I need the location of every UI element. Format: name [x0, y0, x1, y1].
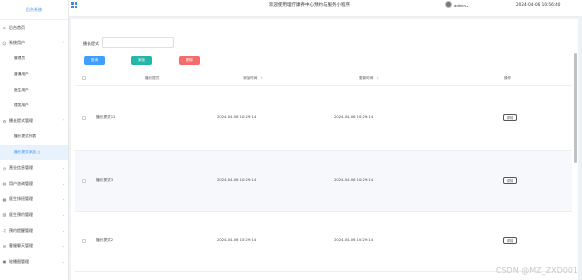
sidebar-item-doctor-user[interactable]: 医生用户 [0, 82, 68, 98]
sidebar: 后台系统 ⌂ 后台首页 ☺ 系统用户 ⌃ 管理员 普通用户 医生用户 理发用户 … [0, 0, 69, 280]
sidebar-item-barber-user[interactable]: 理发用户 [0, 98, 68, 114]
chevron-down-icon: ⌄ [62, 166, 65, 171]
app-logo: 后台系统 [0, 0, 68, 20]
column-header-updated[interactable]: 更新时间 ⇕ [359, 76, 379, 81]
sidebar-item-tips-list[interactable]: 播长提式列表 [0, 129, 68, 145]
hand-cursor-icon: ☝ [37, 149, 41, 156]
table-row: 播长提式3 2024-04-06 10:29:14 2024-04-06 10:… [75, 151, 572, 212]
bell-icon: ♫ [2, 228, 7, 234]
chat-icon: ▤ [2, 181, 7, 187]
cell-name: 播长提式2 [96, 238, 114, 242]
cell-updated: 2024-04-06 10:29:14 [334, 178, 374, 182]
calendar-icon: ▦ [2, 196, 7, 202]
cell-name: 播长提式3 [96, 178, 114, 182]
select-all-checkbox[interactable] [82, 76, 86, 80]
gear-icon: ⚙ [2, 118, 7, 124]
sidebar-menu: ⌂ 后台首页 ☺ 系统用户 ⌃ 管理员 普通用户 医生用户 理发用户 ⚙ 播长提… [0, 20, 68, 270]
column-header-action: 操作 [504, 76, 512, 80]
content-card: 播长提式 查询 添加 删除 播长提式 添加时间 ⇕ 更新时间 ⇕ 操作 播长提式12… [71, 19, 578, 280]
main-content: 播长提式 查询 添加 删除 播长提式 添加时间 ⇕ 更新时间 ⇕ 操作 播长提式12… [69, 17, 582, 280]
watermark: CSDN @MZ_ZXD001 [495, 266, 578, 275]
delete-button[interactable]: 删除 [179, 56, 200, 65]
user-icon: ☺ [2, 40, 7, 46]
table-row: 播长提式12 2024-04-06 10:29:14 2024-04-06 10… [75, 86, 572, 151]
sidebar-item-doctor-schedule[interactable]: ▦ 医生排班管理 ⌄ [0, 192, 68, 208]
chevron-down-icon: ⌄ [62, 244, 65, 249]
sidebar-item-tips-manage[interactable]: ⚙ 播长提式管理 ⌃ [0, 114, 68, 130]
cell-name: 播长提式12 [96, 115, 116, 119]
chat-icon: ✉ [2, 243, 7, 249]
chevron-down-icon: ⌄ [62, 197, 65, 202]
chevron-down-icon: ⌄ [62, 181, 65, 186]
user-menu[interactable]: admin⌄ [454, 3, 469, 8]
detail-button[interactable]: 详情 [503, 177, 517, 184]
add-button[interactable]: 添加 [131, 56, 152, 65]
vertical-scrollbar[interactable] [574, 53, 577, 163]
detail-button[interactable]: 详情 [503, 114, 517, 121]
sort-icon: ⇕ [260, 76, 264, 80]
top-bar: 欢迎使用理疗康养中心预约与服务小程序 admin⌄ 2024-04-06 10:… [69, 0, 582, 17]
table-row: 播长提式2 2024-04-06 10:29:14 2024-04-06 10:… [75, 212, 572, 272]
clock-icon: ◷ [2, 165, 7, 171]
column-header-created[interactable]: 添加时间 ⇕ [243, 76, 263, 81]
sidebar-item-tips-add[interactable]: 播长提式添加 ☝ [0, 144, 68, 161]
cell-created: 2024-04-06 10:29:14 [217, 178, 257, 182]
sidebar-item-normal-user[interactable]: 普通用户 [0, 67, 68, 83]
detail-button[interactable]: 详情 [503, 237, 517, 244]
table-header: 播长提式 添加时间 ⇕ 更新时间 ⇕ 操作 [75, 71, 572, 86]
row-checkbox[interactable] [82, 116, 86, 120]
sidebar-item-doctor-booking[interactable]: ▥ 医生预约管理 ⌄ [0, 207, 68, 223]
sidebar-item-business-info[interactable]: ◷ 营业信息管理 ⌄ [0, 160, 68, 176]
current-datetime: 2024-04-06 10:56:40 [516, 2, 561, 7]
chevron-up-icon: ⌃ [62, 119, 65, 124]
chevron-down-icon: ⌄ [62, 212, 65, 217]
sidebar-item-system-users[interactable]: ☺ 系统用户 ⌃ [0, 36, 68, 52]
sort-icon: ⇕ [376, 76, 380, 80]
image-icon: ▣ [2, 259, 7, 265]
menu-grid-icon[interactable] [71, 2, 77, 8]
row-checkbox[interactable] [82, 239, 86, 243]
chevron-down-icon: ⌄ [465, 3, 470, 8]
chevron-down-icon: ⌄ [62, 259, 65, 264]
list-icon: ▥ [2, 212, 7, 218]
search-input[interactable] [102, 37, 174, 48]
sidebar-item-user-consult[interactable]: ▤ 用户咨询管理 ⌄ [0, 176, 68, 192]
cell-created: 2024-04-06 10:29:14 [217, 115, 257, 119]
sidebar-item-carousel[interactable]: ▣ 轮播图管理 ⌄ [0, 254, 68, 270]
query-button[interactable]: 查询 [84, 56, 105, 65]
sidebar-item-booking-remind[interactable]: ♫ 预约提醒管理 ⌄ [0, 223, 68, 239]
cell-updated: 2024-04-06 10:29:14 [334, 238, 374, 242]
home-icon: ⌂ [3, 25, 6, 31]
chevron-down-icon: ⌄ [62, 228, 65, 233]
sidebar-item-admin[interactable]: 管理员 [0, 51, 68, 67]
row-checkbox[interactable] [82, 179, 86, 183]
cell-updated: 2024-04-06 10:29:14 [334, 115, 374, 119]
sidebar-item-home[interactable]: ⌂ 后台首页 [0, 20, 68, 36]
column-header-name[interactable]: 播长提式 [145, 76, 159, 81]
search-label: 播长提式 [83, 41, 99, 46]
site-title: 欢迎使用理疗康养中心预约与服务小程序 [269, 3, 350, 8]
cell-created: 2024-04-06 10:29:14 [217, 238, 257, 242]
avatar[interactable] [445, 1, 452, 8]
chevron-up-icon: ⌃ [62, 41, 65, 46]
sidebar-item-service-chat[interactable]: ✉ 客服聊天管理 ⌄ [0, 238, 68, 254]
